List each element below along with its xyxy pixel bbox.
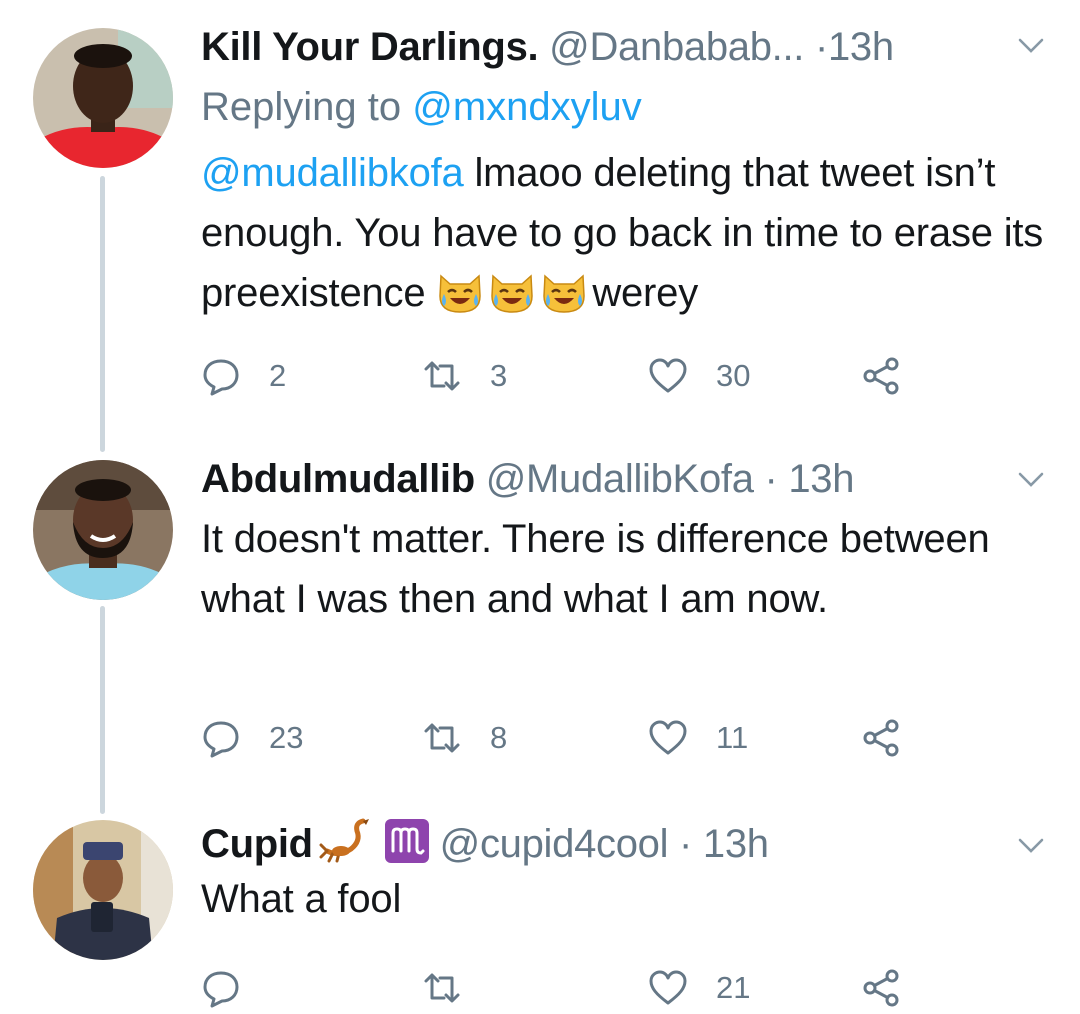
tweet-time[interactable]: 13h (703, 822, 769, 866)
avatar[interactable] (33, 820, 173, 960)
display-name[interactable]: Abdulmudallib (201, 457, 475, 501)
share-icon (863, 719, 899, 757)
share-button[interactable] (861, 716, 901, 760)
time-separator: · (764, 457, 778, 501)
reply-icon (203, 721, 239, 758)
like-count: 21 (716, 970, 751, 1005)
display-name[interactable]: Kill Your Darlings. (201, 25, 539, 69)
like-button[interactable]: 30 (648, 354, 750, 398)
tweet-text: It doesn't matter. There is difference b… (201, 517, 990, 621)
crying-laughing-cat-emoji (436, 271, 592, 315)
tweet-header: Abdulmudallib @MudallibKofa · 13h (201, 457, 1050, 501)
chevron-down-icon[interactable] (1018, 38, 1044, 54)
scorpius-sign-emoji (384, 819, 429, 872)
tweet-actions: 2 3 30 (201, 354, 921, 398)
reply-count: 23 (269, 720, 304, 755)
chevron-down-icon[interactable] (1018, 838, 1044, 854)
time-separator: · (814, 25, 828, 69)
tweet-text: @mudallibkofa lmaoo deleting that tweet … (201, 143, 1050, 323)
heart-icon (649, 358, 687, 393)
tweet-actions: 23 8 11 (201, 716, 921, 760)
retweet-button[interactable]: 3 (422, 354, 507, 398)
like-button[interactable]: 21 (648, 966, 750, 1010)
retweet-button[interactable]: 8 (422, 716, 507, 760)
tweet-header: Kill Your Darlings. @Danbabab... ·13h (201, 25, 1050, 69)
tweet-text-part-2: werey (592, 271, 699, 315)
like-count: 11 (716, 720, 749, 755)
reply-button[interactable] (201, 966, 269, 1010)
share-button[interactable] (861, 354, 901, 398)
tweet-time[interactable]: 13h (788, 457, 854, 501)
user-handle[interactable]: @MudallibKofa (486, 457, 754, 501)
replying-to: Replying to @mxndxyluv (201, 85, 1050, 129)
user-handle[interactable]: @Danbabab... (549, 25, 804, 69)
tweet-2[interactable]: Abdulmudallib @MudallibKofa · 13h It doe… (0, 440, 1080, 800)
reply-icon (203, 359, 239, 396)
tweet-time[interactable]: 13h (828, 25, 894, 69)
like-count: 30 (716, 358, 751, 393)
share-icon (863, 357, 899, 395)
tweet-1[interactable]: Kill Your Darlings. @Danbabab... ·13h Re… (0, 0, 1080, 440)
like-button[interactable]: 11 (648, 716, 748, 760)
retweet-button[interactable] (422, 966, 490, 1010)
reply-icon (203, 971, 239, 1008)
reply-count: 2 (269, 358, 287, 393)
heart-icon (649, 720, 687, 755)
retweet-count: 8 (490, 720, 508, 755)
tweet-text: What a fool (201, 877, 402, 921)
replying-prefix: Replying to (201, 85, 402, 129)
tweet-header: Cupid @cupid4cool · 13h (201, 817, 1050, 866)
mention-link[interactable]: @mudallibkofa (201, 151, 464, 195)
reply-button[interactable]: 23 (201, 716, 303, 760)
avatar[interactable] (33, 28, 173, 168)
heart-icon (649, 970, 687, 1005)
replying-handle-link[interactable]: @mxndxyluv (412, 85, 642, 129)
retweet-icon (424, 723, 460, 753)
user-handle[interactable]: @cupid4cool (440, 822, 669, 866)
tweet-actions: 21 (201, 966, 921, 1010)
share-icon (863, 969, 899, 1007)
avatar[interactable] (33, 460, 173, 600)
tweet-3[interactable]: Cupid @cupid4cool · 13h What a fool 21 (0, 800, 1080, 1014)
retweet-icon (424, 361, 460, 391)
retweet-count: 3 (490, 358, 508, 393)
retweet-icon (424, 973, 460, 1003)
scorpion-emoji (319, 817, 379, 872)
reply-button[interactable]: 2 (201, 354, 286, 398)
time-separator: · (679, 822, 693, 866)
display-name[interactable]: Cupid (201, 822, 313, 866)
share-button[interactable] (861, 966, 901, 1010)
chevron-down-icon[interactable] (1018, 472, 1044, 488)
